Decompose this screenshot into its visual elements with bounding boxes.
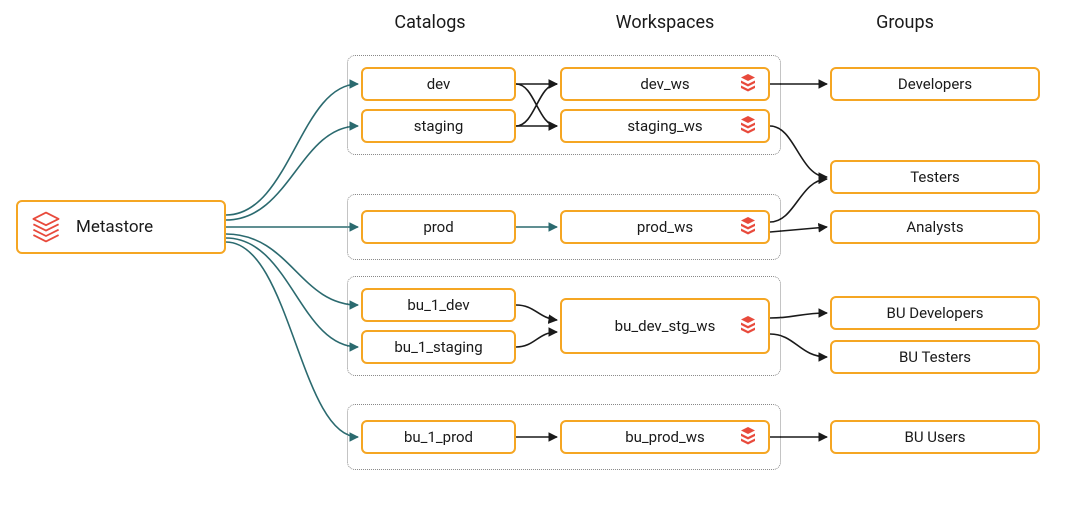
catalog-prod-label: prod <box>423 218 453 236</box>
catalog-prod: prod <box>361 210 516 244</box>
catalog-bu1prod-label: bu_1_prod <box>404 428 473 446</box>
group-butesters: BU Testers <box>830 340 1040 374</box>
catalog-bu1dev: bu_1_dev <box>361 288 516 322</box>
header-catalogs: Catalogs <box>390 12 470 33</box>
workspace-prodws-label: prod_ws <box>637 218 693 236</box>
workspace-stagingws: staging_ws <box>560 109 770 143</box>
catalog-bu1dev-label: bu_1_dev <box>407 296 469 314</box>
databricks-icon <box>738 114 758 138</box>
workspace-prodws: prod_ws <box>560 210 770 244</box>
workspace-budevstgws-label: bu_dev_stg_ws <box>615 317 716 335</box>
databricks-icon <box>26 207 66 247</box>
catalog-staging-label: staging <box>414 117 464 135</box>
workspace-stagingws-label: staging_ws <box>627 117 702 135</box>
databricks-icon <box>738 425 758 449</box>
catalog-bu1prod: bu_1_prod <box>361 420 516 454</box>
catalog-staging: staging <box>361 109 516 143</box>
metastore-label: Metastore <box>76 217 153 237</box>
group-testers: Testers <box>830 160 1040 194</box>
group-budevelopers-label: BU Developers <box>886 304 983 322</box>
group-analysts: Analysts <box>830 210 1040 244</box>
group-analysts-label: Analysts <box>906 218 963 236</box>
catalog-dev: dev <box>361 67 516 101</box>
group-developers: Developers <box>830 67 1040 101</box>
group-buusers: BU Users <box>830 420 1040 454</box>
databricks-icon <box>738 314 758 338</box>
group-developers-label: Developers <box>898 75 972 93</box>
workspace-devws-label: dev_ws <box>640 75 689 93</box>
workspace-buprodws: bu_prod_ws <box>560 420 770 454</box>
header-workspaces: Workspaces <box>610 12 720 33</box>
catalog-bu1staging: bu_1_staging <box>361 330 516 364</box>
group-budevelopers: BU Developers <box>830 296 1040 330</box>
group-butesters-label: BU Testers <box>899 348 971 366</box>
databricks-icon <box>738 215 758 239</box>
group-buusers-label: BU Users <box>904 428 965 446</box>
workspace-buprodws-label: bu_prod_ws <box>625 428 705 446</box>
catalog-bu1staging-label: bu_1_staging <box>394 338 482 356</box>
group-testers-label: Testers <box>910 168 960 186</box>
workspace-budevstgws: bu_dev_stg_ws <box>560 298 770 354</box>
header-groups: Groups <box>870 12 940 33</box>
catalog-dev-label: dev <box>427 75 451 93</box>
workspace-devws: dev_ws <box>560 67 770 101</box>
metastore-node: Metastore <box>16 200 226 254</box>
databricks-icon <box>738 72 758 96</box>
